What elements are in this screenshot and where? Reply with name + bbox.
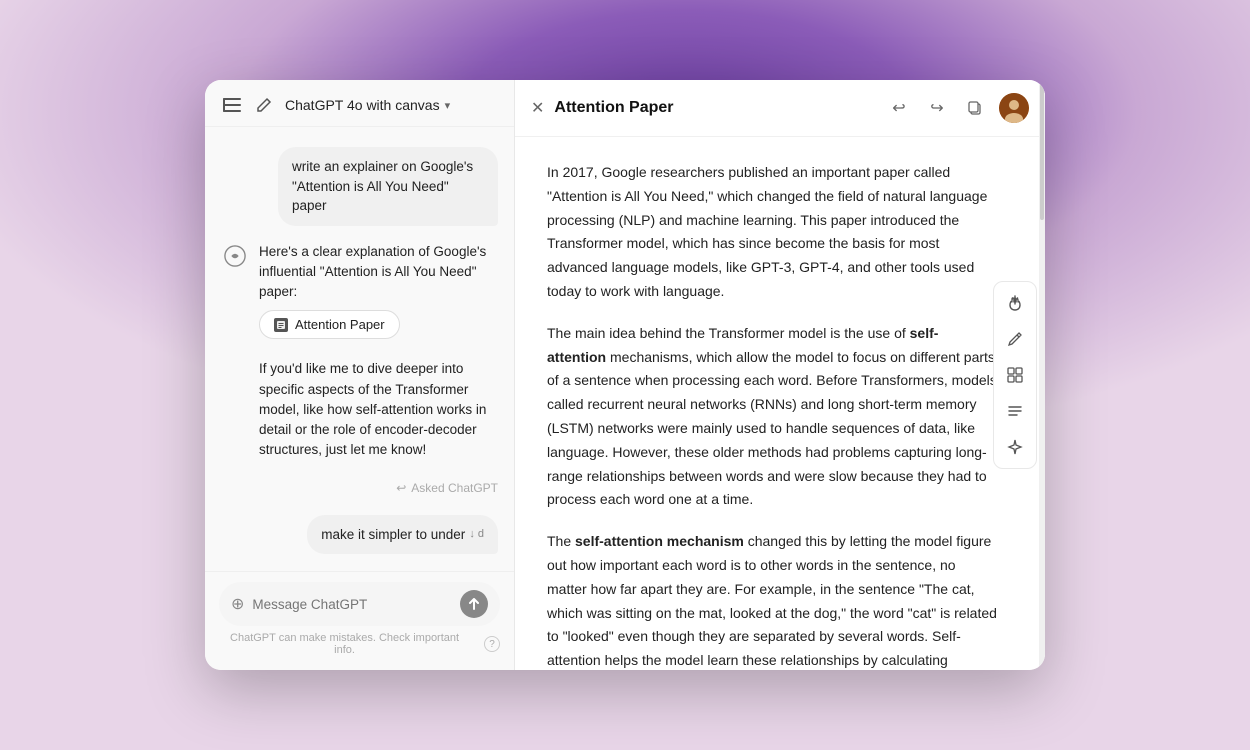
redo-button[interactable]: ↪ bbox=[923, 94, 951, 122]
canvas-content: In 2017, Google researchers published an… bbox=[515, 137, 1045, 670]
assistant-followup: If you'd like me to dive deeper into spe… bbox=[259, 359, 498, 460]
help-icon[interactable]: ? bbox=[484, 636, 500, 652]
asked-label: ↩ Asked ChatGPT bbox=[221, 477, 498, 499]
typing-cursor: ↓ d bbox=[469, 527, 484, 543]
input-row: ⊕ bbox=[219, 582, 500, 626]
document-icon bbox=[274, 318, 288, 332]
assistant-text-1: Here's a clear explanation of Google's i… bbox=[259, 242, 498, 344]
app-title[interactable]: ChatGPT 4o with canvas ▾ bbox=[285, 97, 498, 113]
user-avatar bbox=[999, 93, 1029, 123]
message-input[interactable] bbox=[252, 597, 452, 612]
sparkle-tool[interactable] bbox=[998, 430, 1032, 464]
header-actions: ↩ ↪ bbox=[885, 93, 1029, 123]
sidebar-toggle-icon[interactable] bbox=[221, 94, 243, 116]
right-panel: ✕ Attention Paper ↩ ↪ bbox=[515, 80, 1045, 670]
copy-button[interactable] bbox=[961, 94, 989, 122]
chat-area: write an explainer on Google's "Attentio… bbox=[205, 127, 514, 571]
user-message-1: write an explainer on Google's "Attentio… bbox=[278, 147, 498, 226]
hand-tool[interactable] bbox=[998, 286, 1032, 320]
assistant-avatar bbox=[221, 242, 249, 270]
attach-icon[interactable]: ⊕ bbox=[231, 594, 244, 614]
list-tool[interactable] bbox=[998, 394, 1032, 428]
pen-tool[interactable] bbox=[998, 322, 1032, 356]
assistant-message-1: Here's a clear explanation of Google's i… bbox=[221, 242, 498, 344]
sidebar-tools bbox=[993, 281, 1037, 469]
input-area: ⊕ ChatGPT can make mistakes. Check impor… bbox=[205, 571, 514, 670]
canvas-button[interactable]: Attention Paper bbox=[259, 310, 400, 339]
canvas-title: Attention Paper bbox=[554, 99, 875, 117]
edit-icon[interactable] bbox=[253, 94, 275, 116]
left-header: ChatGPT 4o with canvas ▾ bbox=[205, 80, 514, 127]
chevron-down-icon: ▾ bbox=[445, 99, 451, 112]
left-panel: ChatGPT 4o with canvas ▾ write an explai… bbox=[205, 80, 515, 670]
scrollbar-track bbox=[1039, 80, 1045, 670]
close-button[interactable]: ✕ bbox=[531, 98, 544, 118]
paragraph-1: In 2017, Google researchers published an… bbox=[547, 161, 997, 304]
user-message-2: make it simpler to under ↓ d bbox=[307, 515, 498, 555]
canvas-header: ✕ Attention Paper ↩ ↪ bbox=[515, 80, 1045, 137]
pages-tool[interactable] bbox=[998, 358, 1032, 392]
paragraph-3: The self-attention mechanism changed thi… bbox=[547, 530, 997, 670]
disclaimer: ChatGPT can make mistakes. Check importa… bbox=[219, 632, 500, 662]
app-window: ChatGPT 4o with canvas ▾ write an explai… bbox=[205, 80, 1045, 670]
send-button[interactable] bbox=[460, 590, 488, 618]
paragraph-2: The main idea behind the Transformer mod… bbox=[547, 322, 997, 512]
undo-button[interactable]: ↩ bbox=[885, 94, 913, 122]
scrollbar-thumb[interactable] bbox=[1040, 80, 1044, 220]
